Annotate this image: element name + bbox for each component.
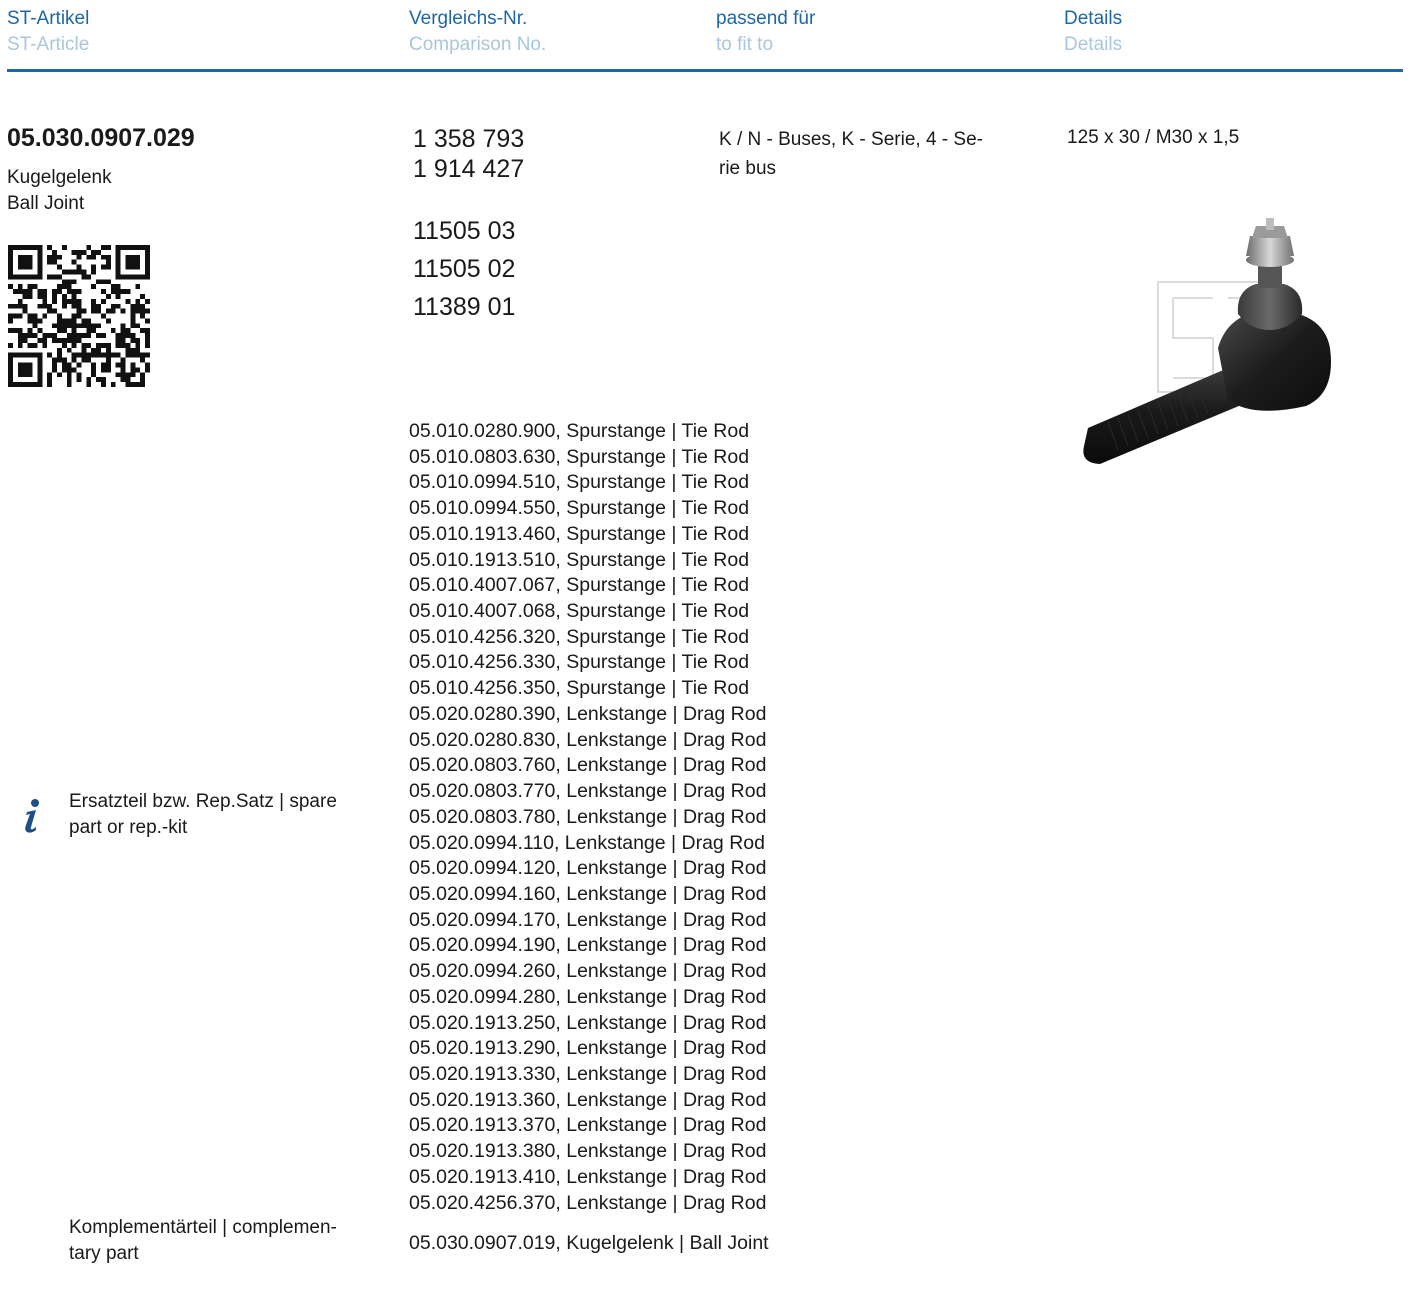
spare-part-item: 05.010.0280.900, Spurstange | Tie Rod <box>409 420 750 442</box>
column-header-fit: passend für to fit to <box>716 6 815 58</box>
spare-part-item: 05.020.0280.830, Lenkstange | Drag Rod <box>409 728 767 751</box>
complementary-label-line: tary part <box>69 1243 139 1264</box>
ball-joint-product-image <box>1083 218 1331 464</box>
comparison-number: 1 358 793 <box>413 125 525 153</box>
comparison-number: 11505 03 <box>413 217 516 245</box>
spare-part-item: 05.010.1913.510, Spurstange | Tie Rod <box>409 548 750 571</box>
spare-part-item: 05.020.4256.370, Lenkstange | Drag Rod <box>409 1191 767 1214</box>
spare-part-item: 05.010.4007.067, Spurstange | Tie Rod <box>409 574 750 597</box>
fit-to-line: K / N - Buses, K - Serie, 4 - Se- <box>719 129 983 150</box>
column-header-details: Details Details <box>1064 6 1122 58</box>
spare-part-item: 05.020.1913.360, Lenkstange | Drag Rod <box>409 1088 767 1111</box>
complementary-part: 05.030.0907.019, Kugelgelenk | Ball Join… <box>409 1232 769 1254</box>
column-header-article-en: ST-Article <box>7 34 90 55</box>
column-header-article-de: ST-Artikel <box>7 8 90 29</box>
spare-part-item: 05.010.1913.460, Spurstange | Tie Rod <box>409 522 750 545</box>
spare-part-item: 05.020.1913.380, Lenkstange | Drag Rod <box>409 1140 767 1163</box>
spare-part-item: 05.010.4007.068, Spurstange | Tie Rod <box>409 600 750 623</box>
spare-part-item: 05.010.4256.330, Spurstange | Tie Rod <box>409 651 750 674</box>
comparison-number: 11389 01 <box>413 293 516 321</box>
column-header-details-de: Details <box>1064 8 1123 29</box>
details-text: 125 x 30 / M30 x 1,5 <box>1067 127 1240 148</box>
comparison-numbers-group-1: 1 358 793 1 914 427 <box>413 124 524 184</box>
spare-parts-label: Ersatzteil bzw. Rep.Satz | spare part or… <box>69 789 379 841</box>
spare-part-item: 05.020.0994.110, Lenkstange | Drag Rod <box>409 831 765 854</box>
column-header-fit-en: to fit to <box>716 34 774 55</box>
spare-part-item: 05.020.0280.390, Lenkstange | Drag Rod <box>409 702 767 725</box>
complementary-label-line: Komplementärteil | complemen- <box>69 1217 337 1238</box>
comparison-numbers-group-2: 11505 03 11505 02 11389 01 <box>413 212 515 326</box>
header-divider <box>7 69 1403 72</box>
spare-part-item: 05.010.0803.630, Spurstange | Tie Rod <box>409 445 750 468</box>
spare-part-item: 05.020.1913.370, Lenkstange | Drag Rod <box>409 1114 767 1137</box>
spare-part-item: 05.010.4256.320, Spurstange | Tie Rod <box>409 625 750 648</box>
spare-part-item: 05.020.1913.330, Lenkstange | Drag Rod <box>409 1062 767 1085</box>
spare-part-item: 05.020.0994.170, Lenkstange | Drag Rod <box>409 908 767 931</box>
comparison-number: 11505 02 <box>413 255 516 283</box>
complementary-label: Komplementärteil | complemen- tary part <box>69 1215 389 1267</box>
column-header-comparison-en: Comparison No. <box>409 34 547 55</box>
spare-part-item: 05.020.0803.770, Lenkstange | Drag Rod <box>409 780 767 803</box>
spare-part-item: 05.010.0994.510, Spurstange | Tie Rod <box>409 471 750 494</box>
article-name-de: Kugelgelenk <box>7 167 112 188</box>
article-name-en: Ball Joint <box>7 193 85 214</box>
article-number: 05.030.0907.029 <box>7 124 195 152</box>
column-header-comparison-de: Vergleichs-Nr. <box>409 8 528 29</box>
spare-part-item: 05.020.0994.120, Lenkstange | Drag Rod <box>409 857 767 880</box>
column-header-details-en: Details <box>1064 34 1123 55</box>
spare-part-item: 05.020.0803.760, Lenkstange | Drag Rod <box>409 754 767 777</box>
spare-part-item: 05.020.1913.410, Lenkstange | Drag Rod <box>409 1165 767 1188</box>
fit-to-line: rie bus <box>719 158 777 179</box>
spare-part-item: 05.010.0994.550, Spurstange | Tie Rod <box>409 497 750 520</box>
comparison-number: 1 914 427 <box>413 155 525 183</box>
spare-part-item: 05.020.1913.290, Lenkstange | Drag Rod <box>409 1037 767 1060</box>
spare-part-item: 05.020.1913.250, Lenkstange | Drag Rod <box>409 1011 767 1034</box>
column-header-comparison: Vergleichs-Nr. Comparison No. <box>409 6 546 58</box>
column-header-fit-de: passend für <box>716 8 816 29</box>
spare-part-item: 05.020.0803.780, Lenkstange | Drag Rod <box>409 805 767 828</box>
fit-to-text: K / N - Buses, K - Serie, 4 - Se- rie bu… <box>719 125 1029 183</box>
spare-parts-list: 05.010.0280.900, Spurstange | Tie Rod 05.… <box>409 419 766 1216</box>
spare-part-item: 05.010.4256.350, Spurstange | Tie Rod <box>409 677 750 700</box>
spare-part-item: 05.020.0994.160, Lenkstange | Drag Rod <box>409 882 767 905</box>
spare-part-item: 05.020.0994.190, Lenkstange | Drag Rod <box>409 934 767 957</box>
spare-parts-label-line: Ersatzteil bzw. Rep.Satz | spare <box>69 791 337 812</box>
spare-parts-label-line: part or rep.-kit <box>69 817 188 838</box>
article-description: Kugelgelenk Ball Joint <box>7 165 112 217</box>
spare-part-item: 05.020.0994.260, Lenkstange | Drag Rod <box>409 960 767 983</box>
column-header-article: ST-Artikel ST-Article <box>7 6 89 58</box>
qr-code <box>8 245 150 387</box>
spare-part-item: 05.020.0994.280, Lenkstange | Drag Rod <box>409 985 767 1008</box>
info-icon <box>25 799 39 833</box>
